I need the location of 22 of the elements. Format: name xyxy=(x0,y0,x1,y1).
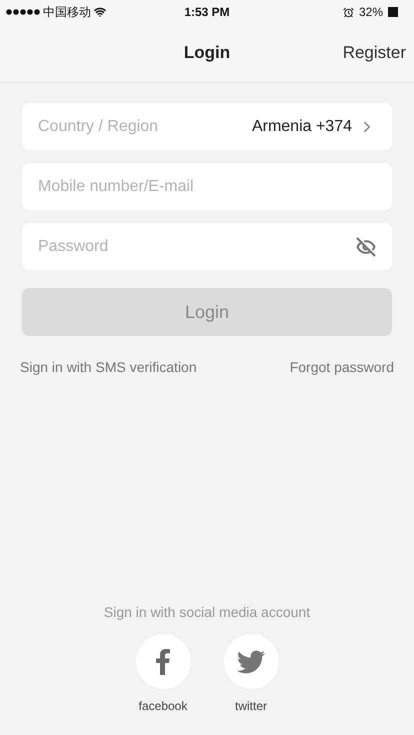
sms-login-link[interactable]: Sign in with SMS verification xyxy=(20,359,197,375)
bird-icon xyxy=(237,648,265,676)
social-label: facebook xyxy=(138,699,188,713)
page-title: Login xyxy=(184,43,230,63)
country-label: Country / Region xyxy=(38,118,160,136)
battery-icon xyxy=(388,7,398,17)
forgot-password-link[interactable]: Forgot password xyxy=(290,359,394,375)
register-button[interactable]: Register xyxy=(338,39,410,67)
alarm-icon xyxy=(342,6,354,18)
carrier-name: 中国移动 xyxy=(43,4,91,20)
country-selector[interactable]: Country / Region Armenia +374 xyxy=(22,103,392,150)
social-login-caption: Sign in with social media account xyxy=(104,604,310,620)
country-value: Armenia +374 xyxy=(252,118,352,136)
social-label: twitter xyxy=(234,699,267,713)
password-field[interactable]: Password xyxy=(22,223,392,270)
wifi-icon xyxy=(94,6,106,18)
status-time: 1:53 PM xyxy=(184,5,230,19)
hidden-eye-icon[interactable] xyxy=(356,236,376,256)
battery-percent: 32% xyxy=(358,5,383,19)
account-field[interactable]: Mobile number/E-mail xyxy=(22,163,392,210)
facebook-logo-icon xyxy=(156,648,170,674)
signal-icon xyxy=(6,9,40,15)
